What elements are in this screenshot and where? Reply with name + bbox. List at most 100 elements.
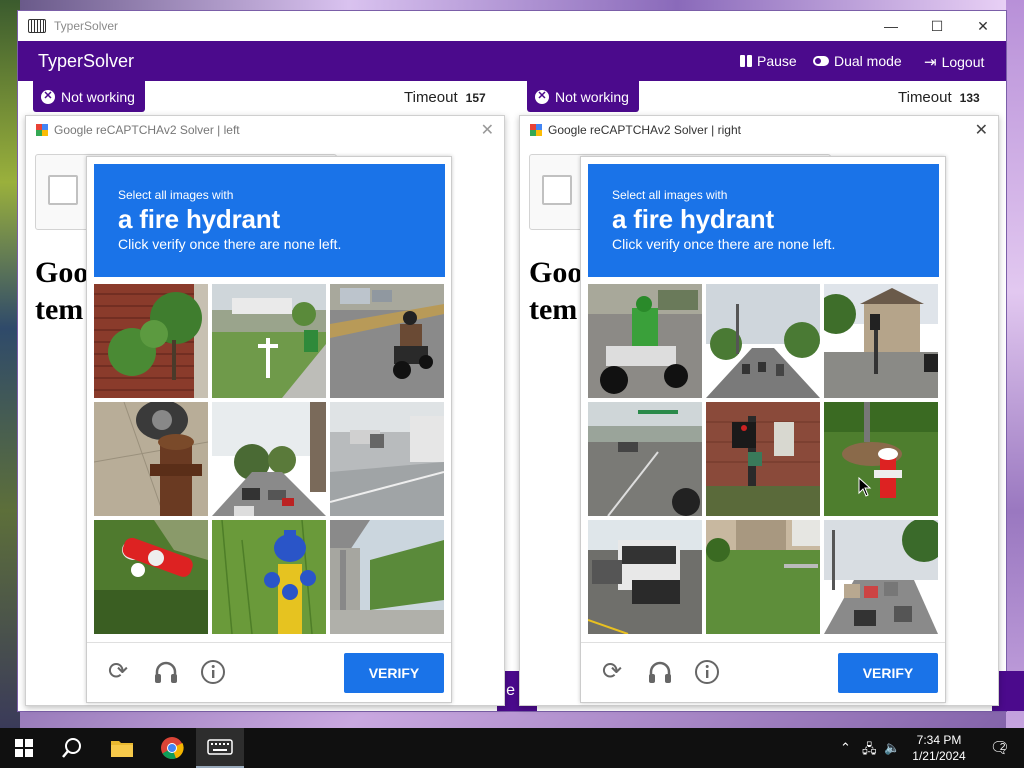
keyboard-icon (28, 19, 46, 33)
typersolver-taskbar-button[interactable] (196, 728, 244, 768)
clock-date: 1/21/2024 (912, 749, 966, 763)
keyboard-icon (207, 739, 233, 755)
chrome-icon (161, 737, 184, 760)
solver-close-button-left[interactable]: ✕ (481, 120, 494, 140)
logout-button[interactable]: ⇥ Logout (924, 53, 984, 71)
page-text-line-1: Goo (35, 256, 89, 289)
notification-icon: 🗨 2 (989, 740, 1011, 757)
tile-grass-embankment-bridge[interactable] (330, 520, 444, 634)
challenge-grid-right (588, 284, 939, 635)
notifications-button[interactable]: 🗨 2 (976, 728, 1024, 768)
reload-icon[interactable]: ⟳ (105, 659, 131, 685)
recaptcha-checkbox-left[interactable] (48, 175, 78, 205)
chevron-up-icon[interactable]: ⌃ (840, 740, 851, 756)
headphones-icon[interactable] (153, 659, 179, 685)
desktop-background-right (1006, 0, 1024, 730)
info-icon[interactable] (694, 659, 720, 685)
minimize-button[interactable]: — (868, 11, 914, 41)
window-titlebar[interactable]: TyperSolver — ☐ ✕ (18, 11, 1006, 41)
tile-bus-and-cars-street[interactable] (588, 520, 702, 634)
tile-road-with-train[interactable] (588, 402, 702, 516)
challenge-header: Select all images with a fire hydrant Cl… (94, 164, 445, 277)
challenge-footer: ⟳ VERIFY (87, 642, 451, 703)
recaptcha-challenge-left: Select all images with a fire hydrant Cl… (86, 156, 452, 703)
tile-street-intersection-house[interactable] (824, 284, 938, 398)
challenge-footer: ⟳ VERIFY (581, 642, 945, 703)
tile-busy-street-traffic[interactable] (824, 520, 938, 634)
solver-title-left: Google reCAPTCHAv2 Solver | left (54, 122, 240, 137)
dual-mode-button[interactable]: Dual mode (813, 53, 902, 69)
logout-label: Logout (941, 54, 985, 70)
toggle-icon (813, 56, 829, 66)
solver-titlebar-right[interactable]: Google reCAPTCHAv2 Solver | right (520, 116, 998, 143)
timeout-right: Timeout 133 (898, 89, 980, 106)
tile-grassy-yard[interactable] (706, 520, 820, 634)
app-header: TyperSolver Pause Dual mode ⇥ Logout (18, 41, 1006, 81)
logout-icon: ⇥ (924, 54, 937, 71)
solver-titlebar-left[interactable]: Google reCAPTCHAv2 Solver | left (26, 116, 504, 143)
start-button[interactable] (0, 728, 48, 768)
challenge-instruction: Select all images with (118, 188, 234, 202)
tile-city-street-traffic[interactable] (706, 284, 820, 398)
recaptcha-challenge-right: Select all images with a fire hydrant Cl… (580, 156, 946, 703)
close-circle-icon: ✕ (535, 89, 549, 104)
challenge-header: Select all images with a fire hydrant Cl… (588, 164, 939, 277)
status-text-right: Not working (555, 88, 629, 105)
timeout-value-left: 157 (465, 91, 486, 105)
solver-title-right: Google reCAPTCHAv2 Solver | right (548, 122, 741, 137)
desktop-background-left (0, 0, 20, 730)
google-icon (530, 123, 542, 136)
system-clock[interactable]: 7:34 PM 1/21/2024 (906, 732, 972, 764)
challenge-instruction: Select all images with (612, 188, 728, 202)
file-explorer-button[interactable] (98, 728, 146, 768)
folder-icon (111, 741, 133, 757)
solver-close-button-right[interactable]: ✕ (975, 120, 988, 140)
tile-yellow-blue-fire-hydrant[interactable] (212, 520, 326, 634)
solver-window-right: Google reCAPTCHAv2 Solver | right ✕ Goo … (519, 115, 999, 706)
tile-traffic-light-brick-building[interactable] (706, 402, 820, 516)
windows-taskbar: ⌃ 🖧 🔈 7:34 PM 1/21/2024 🗨 2 (0, 728, 1024, 768)
tile-red-white-fire-hydrant[interactable] (94, 520, 208, 634)
challenge-subtext: Click verify once there are none left. (118, 236, 342, 252)
search-button[interactable] (48, 728, 96, 768)
search-icon (62, 738, 81, 758)
headphones-icon[interactable] (647, 659, 673, 685)
challenge-subtext: Click verify once there are none left. (612, 236, 836, 252)
clock-time: 7:34 PM (916, 733, 962, 747)
info-icon[interactable] (200, 659, 226, 685)
google-icon (36, 123, 48, 136)
timeout-left: Timeout 157 (404, 89, 486, 106)
status-badge-right: ✕ Not working (527, 81, 639, 112)
recaptcha-checkbox-right[interactable] (542, 175, 572, 205)
tile-street-with-cars[interactable] (212, 402, 326, 516)
mouse-cursor-icon (858, 477, 872, 497)
page-text-line-2: tem (529, 293, 578, 326)
page-text-line-2: tem (35, 293, 84, 326)
close-circle-icon: ✕ (41, 89, 55, 104)
notification-count: 2 (999, 742, 1006, 753)
tile-house-with-shrub[interactable] (94, 284, 208, 398)
page-text-right: Goo tem (529, 254, 582, 328)
tile-motorcycle-rider[interactable] (330, 284, 444, 398)
pause-label: Pause (757, 53, 797, 69)
tile-street-with-mailbox[interactable] (212, 284, 326, 398)
verify-button[interactable]: VERIFY (838, 653, 938, 693)
status-text-left: Not working (61, 88, 135, 105)
challenge-target: a fire hydrant (118, 204, 280, 234)
verify-button[interactable]: VERIFY (344, 653, 444, 693)
page-text-left: Goo tem (35, 254, 88, 328)
tile-red-white-fire-hydrant-lawn[interactable] (824, 402, 938, 516)
solver-window-left: Google reCAPTCHAv2 Solver | left ✕ Goo t… (25, 115, 505, 706)
network-icon[interactable]: 🖧 (862, 740, 877, 762)
maximize-button[interactable]: ☐ (914, 11, 960, 41)
tile-motorcycle-rider-green[interactable] (588, 284, 702, 398)
tile-highway-overpass[interactable] (330, 402, 444, 516)
tile-rusty-fire-hydrant[interactable] (94, 402, 208, 516)
close-button[interactable]: ✕ (960, 11, 1006, 41)
pause-button[interactable]: Pause (740, 53, 797, 69)
volume-icon[interactable]: 🔈 (884, 740, 900, 756)
chrome-button[interactable] (148, 728, 196, 768)
reload-icon[interactable]: ⟳ (599, 659, 625, 685)
page-text-line-1: Goo (529, 256, 583, 289)
timeout-label-right: Timeout (898, 89, 952, 106)
